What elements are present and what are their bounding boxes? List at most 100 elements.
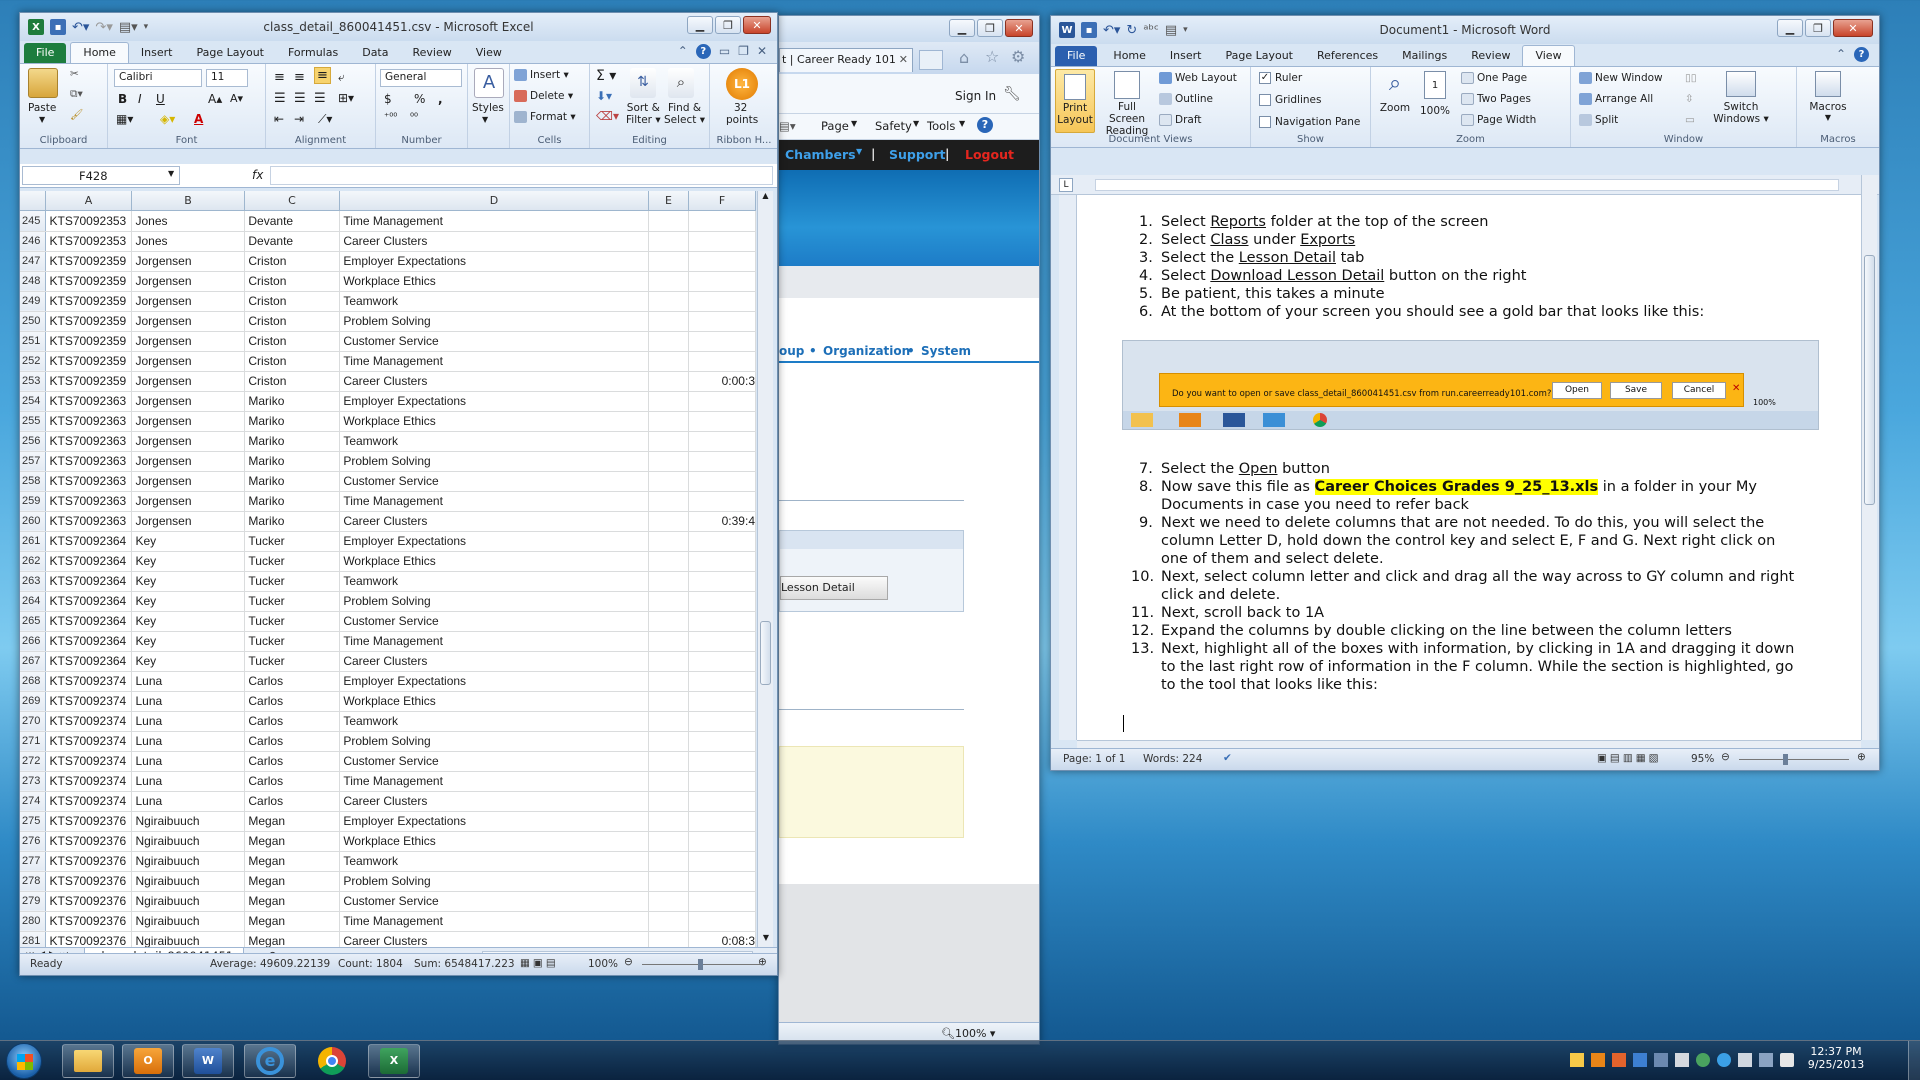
favorites-star-icon[interactable]: ☆ — [985, 47, 999, 66]
row-header[interactable]: 251 — [20, 331, 47, 352]
cell-a[interactable]: KTS70092363 — [45, 411, 133, 432]
taskbar-explorer[interactable] — [62, 1044, 114, 1078]
row-header[interactable]: 273 — [20, 771, 47, 792]
status-page[interactable]: Page: 1 of 1 — [1063, 753, 1125, 765]
cell-f[interactable] — [688, 491, 756, 512]
format-painter-icon[interactable]: 🖌︎ — [70, 108, 83, 121]
row-header[interactable]: 245 — [20, 211, 47, 232]
cell-d[interactable]: Teamwork — [339, 291, 650, 312]
row-header[interactable]: 255 — [20, 411, 47, 432]
cell-b[interactable]: Jorgensen — [131, 511, 246, 532]
cell-e[interactable] — [648, 251, 689, 272]
tab-view[interactable]: View — [1522, 45, 1575, 66]
cell-a[interactable]: KTS70092374 — [45, 691, 133, 712]
shrink-font-button[interactable]: A▾ — [230, 92, 243, 105]
tab-selector[interactable]: L — [1059, 178, 1073, 192]
cut-icon[interactable]: ✂ — [70, 68, 79, 80]
tray-office-icon[interactable] — [1591, 1053, 1605, 1067]
cell-d[interactable]: Customer Service — [339, 331, 650, 352]
cell-e[interactable] — [648, 811, 689, 832]
cell-e[interactable] — [648, 891, 689, 912]
cell-c[interactable]: Criston — [244, 311, 341, 332]
tab-formulas[interactable]: Formulas — [276, 43, 350, 63]
cell-c[interactable]: Megan — [244, 851, 341, 872]
cell-b[interactable]: Luna — [131, 771, 246, 792]
help-icon[interactable]: ? — [977, 117, 993, 133]
cell-a[interactable]: KTS70092364 — [45, 651, 133, 672]
taskbar-ie[interactable]: e — [244, 1044, 296, 1078]
clear-icon[interactable]: ⌫▾ — [596, 109, 619, 123]
zoom-out-icon[interactable]: ⊖ — [624, 956, 633, 968]
cell-b[interactable]: Jorgensen — [131, 471, 246, 492]
cell-f[interactable] — [688, 411, 756, 432]
cell-d[interactable]: Career Clusters — [339, 371, 650, 392]
cell-e[interactable] — [648, 531, 689, 552]
nav-support[interactable]: Support — [889, 147, 946, 162]
cell-f[interactable] — [688, 331, 756, 352]
tray-skype-icon[interactable] — [1633, 1053, 1647, 1067]
cell-c[interactable]: Tucker — [244, 571, 341, 592]
cell-c[interactable]: Mariko — [244, 451, 341, 472]
cell-c[interactable]: Mariko — [244, 431, 341, 452]
cell-e[interactable] — [648, 491, 689, 512]
cell-d[interactable]: Teamwork — [339, 571, 650, 592]
cell-b[interactable]: Jorgensen — [131, 331, 246, 352]
ribbon-minimize-icon[interactable]: ⌃ — [1836, 47, 1846, 62]
decrease-indent-icon[interactable]: ⇤ — [274, 112, 284, 126]
cell-a[interactable]: KTS70092374 — [45, 671, 133, 692]
cell-b[interactable]: Luna — [131, 791, 246, 812]
workbook-minimize-icon[interactable]: ▭ — [719, 44, 730, 59]
cell-c[interactable]: Megan — [244, 931, 341, 947]
cell-e[interactable] — [648, 571, 689, 592]
scroll-down-icon[interactable]: ▼ — [758, 933, 774, 947]
scroll-thumb[interactable] — [1864, 255, 1875, 505]
cell-d[interactable]: Career Clusters — [339, 931, 650, 947]
cell-a[interactable]: KTS70092359 — [45, 311, 133, 332]
tab-mailings[interactable]: Mailings — [1390, 46, 1459, 66]
subnav-group[interactable]: oup — [779, 344, 804, 358]
cell-d[interactable]: Time Management — [339, 771, 650, 792]
align-right-icon[interactable]: ☰ — [314, 91, 326, 106]
cell-d[interactable]: Workplace Ethics — [339, 691, 650, 712]
cell-f[interactable] — [688, 251, 756, 272]
spelling-icon[interactable]: ᵃᵇᶜ — [1143, 23, 1158, 38]
scroll-up-icon[interactable]: ▲ — [758, 191, 773, 205]
tools-menu[interactable]: Tools — [927, 119, 955, 133]
decrease-decimal-icon[interactable]: ⁰⁰ — [410, 112, 418, 123]
cell-f[interactable] — [688, 751, 756, 772]
align-bottom-icon[interactable]: ≡ — [314, 67, 331, 84]
cell-d[interactable]: Career Clusters — [339, 791, 650, 812]
cell-f[interactable] — [688, 731, 756, 752]
tab-insert[interactable]: Insert — [1158, 46, 1214, 66]
nav-logout[interactable]: Logout — [965, 147, 1014, 162]
row-header[interactable]: 247 — [20, 251, 47, 272]
cell-a[interactable]: KTS70092363 — [45, 491, 133, 512]
volume-icon[interactable] — [1780, 1053, 1794, 1067]
cell-a[interactable]: KTS70092364 — [45, 531, 133, 552]
cell-e[interactable] — [648, 611, 689, 632]
cell-f[interactable]: 0:00:3 — [688, 371, 756, 392]
cell-b[interactable]: Jones — [131, 211, 246, 232]
cell-a[interactable]: KTS70092374 — [45, 791, 133, 812]
safety-menu[interactable]: Safety — [875, 119, 912, 133]
column-header-d[interactable]: D — [340, 191, 649, 211]
cell-d[interactable]: Customer Service — [339, 751, 650, 772]
tab-file[interactable]: File — [24, 43, 67, 63]
row-header[interactable]: 246 — [20, 231, 47, 252]
percent-button[interactable]: % — [414, 92, 425, 106]
cell-b[interactable]: Key — [131, 651, 246, 672]
row-header[interactable]: 249 — [20, 291, 47, 312]
cell-f[interactable] — [688, 431, 756, 452]
cell-e[interactable] — [648, 671, 689, 692]
excel-app-icon[interactable]: X — [28, 19, 44, 35]
cell-d[interactable]: Customer Service — [339, 891, 650, 912]
cell-c[interactable]: Tucker — [244, 591, 341, 612]
cell-a[interactable]: KTS70092376 — [45, 811, 133, 832]
zoom-in-icon[interactable]: ⊕ — [758, 956, 767, 968]
cell-b[interactable]: Luna — [131, 751, 246, 772]
cell-e[interactable] — [648, 591, 689, 612]
cell-f[interactable] — [688, 571, 756, 592]
taskbar-excel[interactable]: X — [368, 1044, 420, 1078]
zoom-slider-thumb[interactable] — [698, 959, 703, 970]
cell-c[interactable]: Megan — [244, 871, 341, 892]
